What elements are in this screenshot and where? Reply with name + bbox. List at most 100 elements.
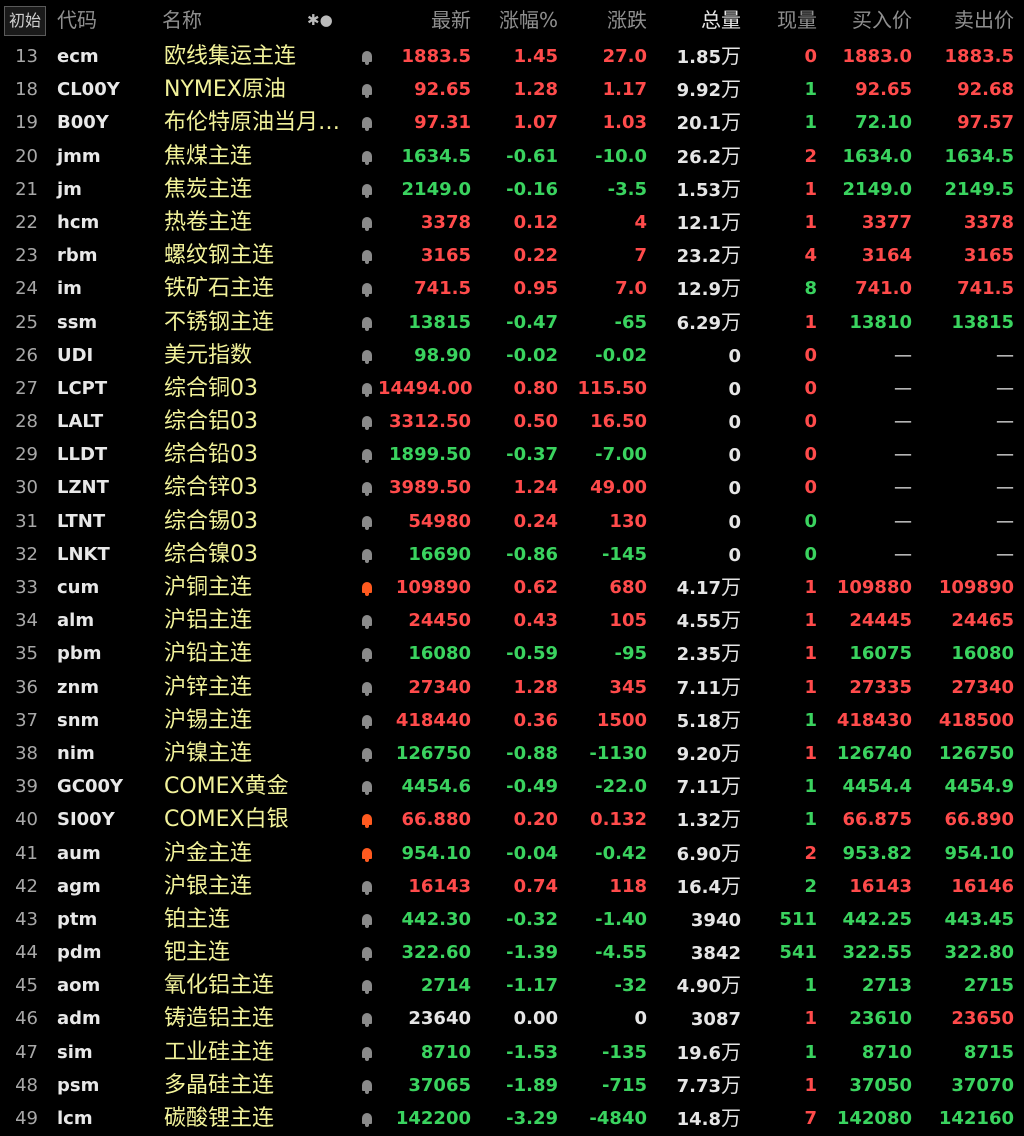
alert-bell-cell[interactable] [358, 538, 376, 571]
bell-icon[interactable] [362, 117, 372, 132]
alert-bell-cell[interactable] [358, 1102, 376, 1135]
alert-bell-cell[interactable] [358, 770, 376, 803]
alert-bell-cell[interactable] [358, 1002, 376, 1035]
alert-bell-cell[interactable] [358, 106, 376, 139]
init-button[interactable]: 初始 [4, 6, 47, 36]
table-row[interactable]: 34 alm 沪铝主连 24450 0.43 105 4.55万 1 24445 24465 [0, 604, 1024, 637]
alert-bell-cell[interactable] [358, 671, 376, 704]
table-row[interactable]: 40 SI00Y COMEX白银 66.880 0.20 0.132 1.32万 1 66.87… [0, 803, 1024, 836]
table-row[interactable]: 49 lcm 碳酸锂主连 142200 -3.29 -4840 14.8万 7 142080 14… [0, 1102, 1024, 1135]
bell-icon[interactable] [362, 515, 372, 530]
bell-icon[interactable] [362, 1013, 372, 1028]
bell-icon[interactable] [362, 283, 372, 298]
bell-icon[interactable] [362, 316, 372, 331]
table-row[interactable]: 36 znm 沪锌主连 27340 1.28 345 7.11万 1 27335 27340 [0, 671, 1024, 704]
bell-icon[interactable] [362, 449, 372, 464]
alert-bell-cell[interactable] [358, 1069, 376, 1102]
bell-icon[interactable] [362, 183, 372, 198]
table-row[interactable]: 20 jmm 焦煤主连 1634.5 -0.61 -10.0 26.2万 2 1634.0 163… [0, 140, 1024, 173]
table-row[interactable]: 43 ptm 铂主连 442.30 -0.32 -1.40 3940 511 442.25 443… [0, 903, 1024, 936]
bell-icon[interactable] [362, 84, 372, 99]
bell-icon[interactable] [362, 150, 372, 165]
alert-bell-cell[interactable] [358, 571, 376, 604]
alert-bell-cell[interactable] [358, 438, 376, 471]
column-header-flag-icon[interactable]: ✱● [307, 0, 333, 40]
alert-bell-cell[interactable] [358, 173, 376, 206]
bell-icon[interactable] [362, 847, 372, 862]
alert-bell-cell[interactable] [358, 505, 376, 538]
table-row[interactable]: 39 GC00Y COMEX黄金 4454.6 -0.49 -22.0 7.11万 1 4454… [0, 770, 1024, 803]
alert-bell-cell[interactable] [358, 803, 376, 836]
bell-icon[interactable] [362, 349, 372, 364]
bell-icon[interactable] [362, 880, 372, 895]
bell-icon[interactable] [362, 1113, 372, 1127]
bell-icon[interactable] [362, 947, 372, 962]
bell-icon[interactable] [362, 1046, 372, 1061]
table-row[interactable]: 13 ecm 欧线集运主连 1883.5 1.45 27.0 1.85万 0 1883.0 188… [0, 40, 1024, 73]
table-row[interactable]: 35 pbm 沪铅主连 16080 -0.59 -95 2.35万 1 16075 16080 [0, 637, 1024, 670]
table-row[interactable]: 44 pdm 钯主连 322.60 -1.39 -4.55 3842 541 322.55 322… [0, 936, 1024, 969]
alert-bell-cell[interactable] [358, 239, 376, 272]
bell-icon[interactable] [362, 913, 372, 928]
alert-bell-cell[interactable] [358, 272, 376, 305]
table-row[interactable]: 48 psm 多晶硅主连 37065 -1.89 -715 7.73万 1 37050 37070 [0, 1069, 1024, 1102]
table-row[interactable]: 46 adm 铸造铝主连 23640 0.00 0 3087 1 23610 23650 [0, 1002, 1024, 1035]
table-row[interactable]: 45 aom 氧化铝主连 2714 -1.17 -32 4.90万 1 2713 2715 [0, 969, 1024, 1002]
alert-bell-cell[interactable] [358, 936, 376, 969]
bell-icon[interactable] [362, 781, 372, 796]
column-header-bid[interactable]: 买入价 [820, 0, 912, 40]
table-row[interactable]: 28 LALT 综合铝03 3312.50 0.50 16.50 0 0 — — [0, 405, 1024, 438]
table-row[interactable]: 24 im 铁矿石主连 741.5 0.95 7.0 12.9万 8 741.0 741.5 [0, 272, 1024, 305]
column-header-current-volume[interactable]: 现量 [760, 0, 817, 40]
column-header-name[interactable]: 名称 [162, 0, 202, 40]
column-header-ask[interactable]: 卖出价 [918, 0, 1014, 40]
column-header-volume[interactable]: 总量 [656, 0, 741, 40]
column-header-change[interactable]: 涨跌 [565, 0, 647, 40]
alert-bell-cell[interactable] [358, 969, 376, 1002]
bell-icon[interactable] [362, 814, 372, 829]
bell-icon[interactable] [362, 582, 372, 596]
column-header-last[interactable]: 最新 [378, 0, 471, 40]
table-row[interactable]: 22 hcm 热卷主连 3378 0.12 4 12.1万 1 3377 3378 [0, 206, 1024, 239]
alert-bell-cell[interactable] [358, 870, 376, 903]
bell-icon[interactable] [362, 681, 372, 696]
bell-icon[interactable] [362, 747, 372, 762]
bell-icon[interactable] [362, 714, 372, 729]
column-header-code[interactable]: 代码 [57, 0, 97, 40]
table-row[interactable]: 18 CL00Y NYMEX原油 92.65 1.28 1.17 9.92万 1 92.65 92… [0, 73, 1024, 106]
alert-bell-cell[interactable] [358, 73, 376, 106]
bell-icon[interactable] [362, 980, 372, 995]
bell-icon[interactable] [362, 648, 372, 663]
table-row[interactable]: 32 LNKT 综合镍03 16690 -0.86 -145 0 0 — — [0, 538, 1024, 571]
bell-icon[interactable] [362, 615, 372, 630]
alert-bell-cell[interactable] [358, 40, 376, 73]
alert-bell-cell[interactable] [358, 405, 376, 438]
table-row[interactable]: 23 rbm 螺纹钢主连 3165 0.22 7 23.2万 4 3164 3165 [0, 239, 1024, 272]
alert-bell-cell[interactable] [358, 306, 376, 339]
table-row[interactable]: 27 LCPT 综合铜03 14494.00 0.80 115.50 0 0 — — [0, 372, 1024, 405]
table-row[interactable]: 41 aum 沪金主连 954.10 -0.04 -0.42 6.90万 2 953.82 954… [0, 837, 1024, 870]
alert-bell-cell[interactable] [358, 704, 376, 737]
alert-bell-cell[interactable] [358, 737, 376, 770]
bell-icon[interactable] [362, 250, 372, 265]
alert-bell-cell[interactable] [358, 471, 376, 504]
table-row[interactable]: 21 jm 焦炭主连 2149.0 -0.16 -3.5 1.53万 1 2149.0 2149.… [0, 173, 1024, 206]
alert-bell-cell[interactable] [358, 206, 376, 239]
table-row[interactable]: 25 ssm 不锈钢主连 13815 -0.47 -65 6.29万 1 13810 13815 [0, 306, 1024, 339]
bell-icon[interactable] [362, 51, 372, 65]
table-row[interactable]: 37 snm 沪锡主连 418440 0.36 1500 5.18万 1 418430 41850… [0, 704, 1024, 737]
table-row[interactable]: 33 cum 沪铜主连 109890 0.62 680 4.17万 1 109880 109890 [0, 571, 1024, 604]
bell-icon[interactable] [362, 548, 372, 563]
alert-bell-cell[interactable] [358, 604, 376, 637]
alert-bell-cell[interactable] [358, 339, 376, 372]
bell-icon[interactable] [362, 1079, 372, 1094]
table-row[interactable]: 47 sim 工业硅主连 8710 -1.53 -135 19.6万 1 8710 8715 [0, 1036, 1024, 1069]
bell-icon[interactable] [362, 216, 372, 231]
alert-bell-cell[interactable] [358, 637, 376, 670]
alert-bell-cell[interactable] [358, 903, 376, 936]
table-row[interactable]: 19 B00Y 布伦特原油当月连续 97.31 1.07 1.03 20.1万 1 72.10 9… [0, 106, 1024, 139]
bell-icon[interactable] [362, 382, 372, 397]
table-row[interactable]: 38 nim 沪镍主连 126750 -0.88 -1130 9.20万 1 126740 126… [0, 737, 1024, 770]
table-row[interactable]: 26 UDI 美元指数 98.90 -0.02 -0.02 0 0 — — [0, 339, 1024, 372]
alert-bell-cell[interactable] [358, 837, 376, 870]
